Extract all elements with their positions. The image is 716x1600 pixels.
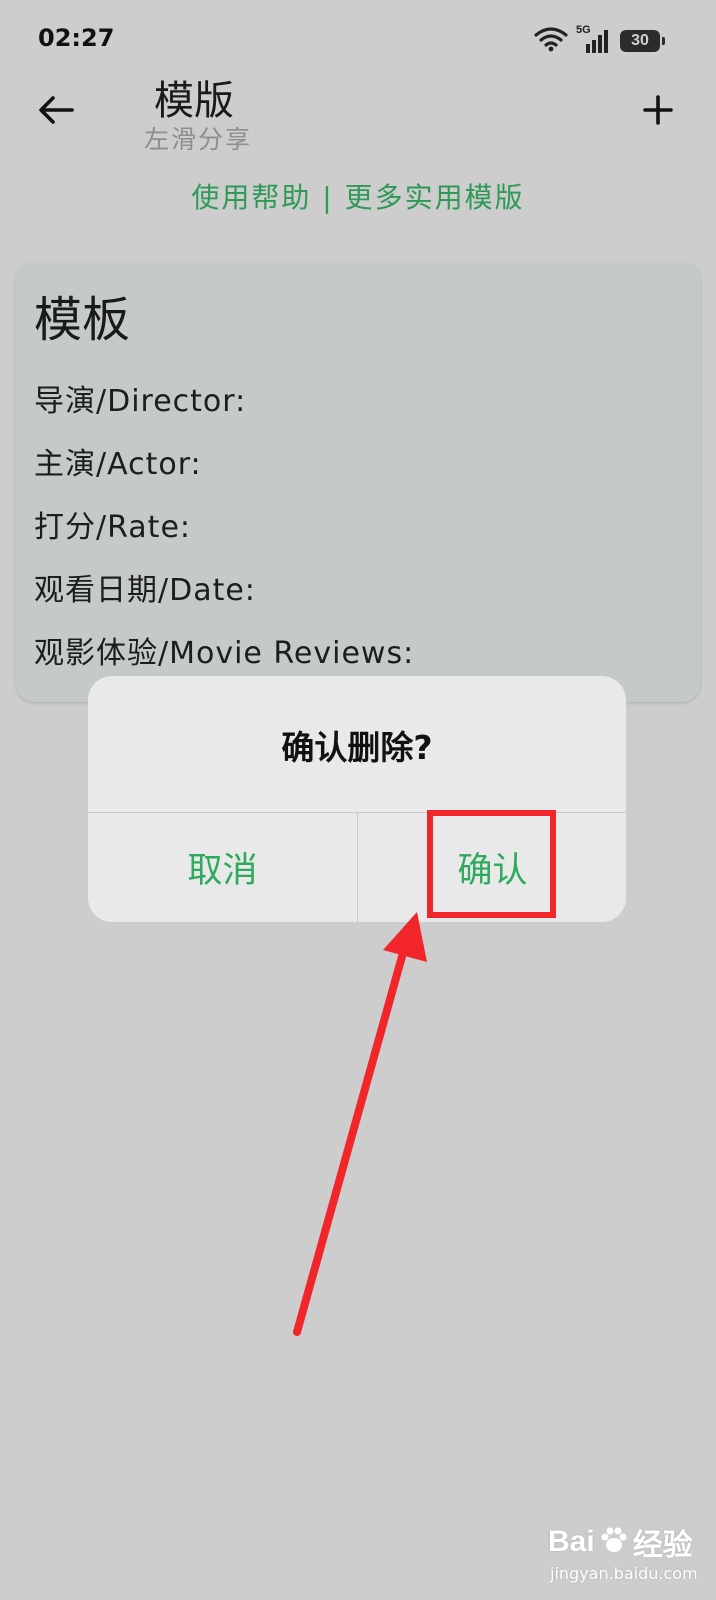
page-subtitle: 左滑分享 — [144, 125, 253, 154]
link-separator: | — [311, 181, 345, 214]
paw-icon — [599, 1525, 629, 1559]
battery-icon: 30 — [620, 30, 665, 52]
page-title: 模版 — [154, 78, 234, 124]
watermark-domain: jingyan.baidu.com — [550, 1564, 698, 1583]
annotation-highlight-box — [427, 810, 556, 918]
signal-icon: 5G — [576, 24, 612, 54]
more-templates-link[interactable]: 更多实用模版 — [345, 181, 525, 214]
back-button[interactable] — [34, 88, 78, 132]
plus-icon — [643, 95, 673, 125]
wifi-icon — [534, 26, 568, 56]
dialog-title: 确认删除? — [281, 727, 433, 767]
card-title: 模板 — [34, 292, 131, 348]
battery-level: 30 — [631, 32, 649, 49]
status-time: 02:27 — [38, 24, 115, 52]
template-card[interactable]: 模板 导演/Director: 主演/Actor: 打分/Rate: 观看日期/… — [16, 262, 700, 702]
status-icons: 5G 30 — [534, 24, 665, 56]
add-template-button[interactable] — [636, 88, 680, 132]
help-link[interactable]: 使用帮助 — [191, 181, 311, 214]
card-line-director: 导演/Director: — [34, 384, 247, 419]
help-links: 使用帮助 | 更多实用模版 — [0, 176, 716, 216]
card-line-rate: 打分/Rate: — [34, 510, 192, 545]
watermark-brand-left: Bai — [548, 1525, 595, 1558]
baidu-watermark: Bai 经验 jingyan.baidu.com — [548, 1520, 698, 1583]
cancel-button[interactable]: 取消 — [88, 813, 357, 922]
arrow-left-icon — [39, 96, 74, 124]
card-line-date: 观看日期/Date: — [34, 573, 256, 608]
watermark-brand-right: 经验 — [632, 1529, 693, 1562]
card-line-actor: 主演/Actor: — [34, 447, 202, 482]
